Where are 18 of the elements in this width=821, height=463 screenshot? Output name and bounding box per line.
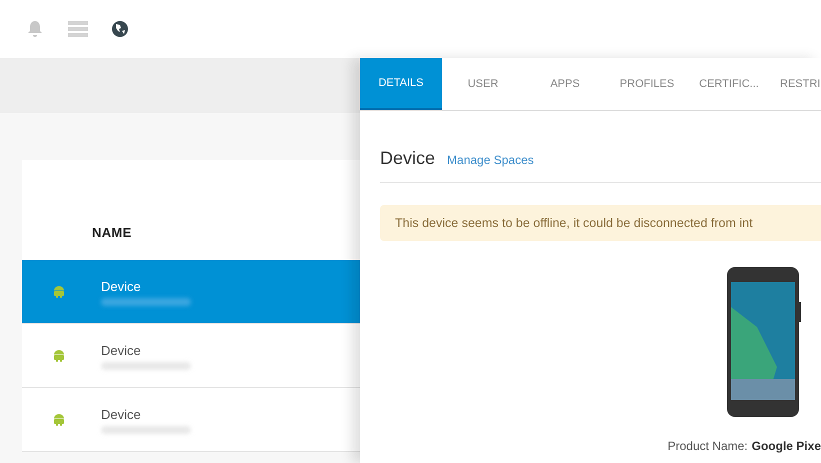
- server-icon[interactable]: [68, 21, 88, 37]
- android-icon: [53, 285, 65, 298]
- column-header: NAME: [92, 224, 132, 242]
- globe-icon[interactable]: [112, 21, 128, 37]
- tab[interactable]: DETAILS: [360, 58, 442, 110]
- product-name-label: Product Name:: [668, 438, 748, 455]
- android-icon: [53, 349, 65, 362]
- device-name: Device: [101, 406, 142, 424]
- offline-alert: This device seems to be offline, it could be disconnected from int: [380, 205, 821, 241]
- android-icon: [53, 413, 65, 426]
- product-name-value: Google Pixe: [752, 438, 821, 455]
- device-row[interactable]: Device: [22, 260, 360, 324]
- bell-icon[interactable]: [26, 20, 44, 38]
- manage-spaces-link[interactable]: Manage Spaces: [447, 151, 534, 169]
- panel-title: Device: [380, 147, 436, 170]
- tab[interactable]: RESTRI: [770, 58, 821, 110]
- device-name: Device: [101, 278, 142, 296]
- device-name: Device: [101, 342, 142, 360]
